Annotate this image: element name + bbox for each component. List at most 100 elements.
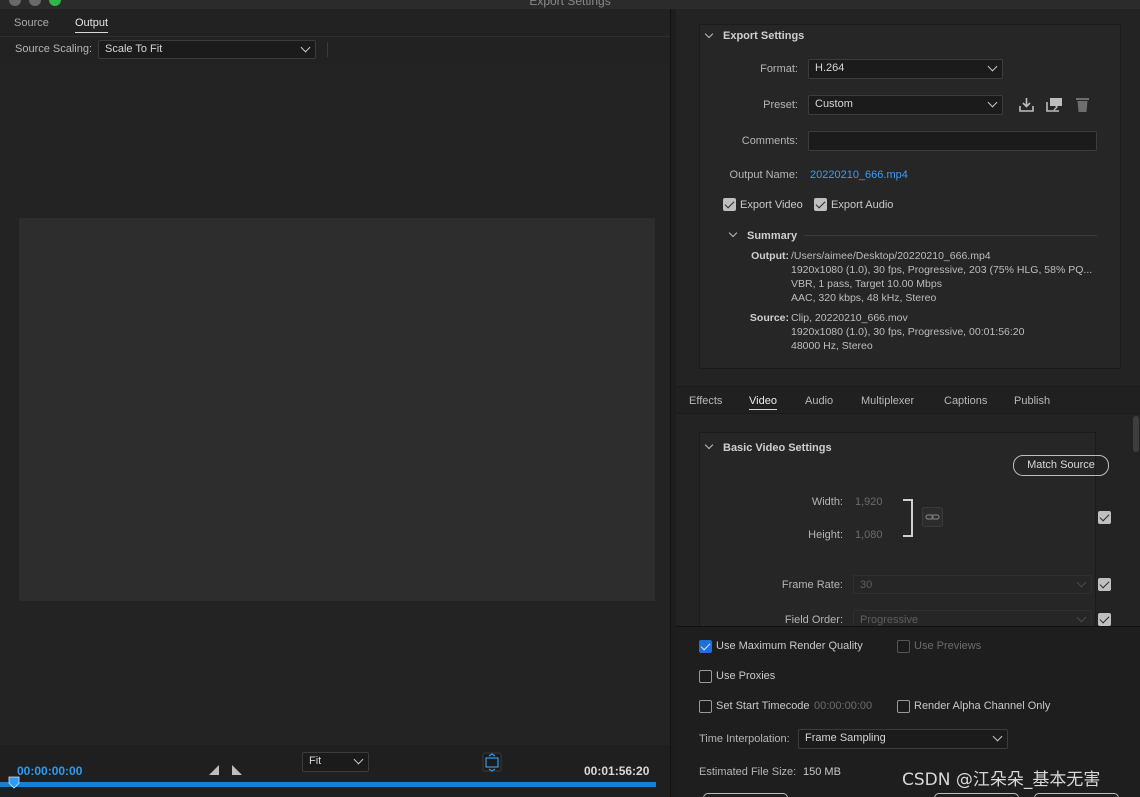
summary-output-line: AAC, 320 kbps, 48 kHz, Stereo [791, 292, 937, 304]
window-title: Export Settings [529, 0, 611, 8]
preset-dropdown[interactable]: Custom [808, 95, 1003, 115]
scrollbar[interactable] [1133, 416, 1139, 452]
width-value[interactable]: 1,920 [855, 496, 883, 508]
field-order-dropdown[interactable]: Progressive [853, 610, 1092, 626]
set-start-timecode-checkbox[interactable] [699, 700, 712, 713]
video-preview-frame [19, 218, 655, 601]
comments-label: Comments: [741, 135, 798, 147]
start-timecode-value[interactable]: 00:00:00:00 [814, 700, 872, 712]
title-bar: Export Settings [0, 0, 1140, 9]
output-name-label: Output Name: [729, 169, 798, 181]
summary-output-line: 1920x1080 (1.0), 30 fps, Progressive, 20… [791, 264, 1093, 276]
use-proxies-checkbox[interactable] [699, 670, 712, 683]
match-source-button[interactable]: Match Source [1013, 455, 1109, 476]
playback-bar: 00:00:00:00 Fit 00:01:56:20 [0, 745, 670, 797]
summary-source-line: Clip, 20220210_666.mov [791, 312, 908, 324]
import-preset-icon[interactable] [1045, 96, 1064, 113]
tab-audio[interactable]: Audio [805, 395, 833, 407]
divider [804, 235, 1097, 236]
chevron-down-icon [992, 731, 1003, 742]
queue-button[interactable] [934, 793, 1019, 797]
video-settings-panel: Basic Video Settings Match Source Width:… [676, 414, 1140, 626]
time-interpolation-value: Frame Sampling [805, 732, 886, 744]
summary-output-label: Output: [751, 250, 789, 262]
export-audio-checkbox[interactable] [814, 198, 827, 211]
divider [327, 42, 328, 57]
chevron-down-icon [353, 754, 364, 765]
preview-panel: Source Output Source Scaling: Scale To F… [0, 9, 671, 797]
use-proxies-label: Use Proxies [716, 670, 776, 682]
max-render-quality-label: Use Maximum Render Quality [716, 640, 863, 652]
summary-output-line: VBR, 1 pass, Target 10.00 Mbps [791, 278, 942, 290]
export-button[interactable] [1034, 793, 1119, 797]
summary-source-line: 1920x1080 (1.0), 30 fps, Progressive, 00… [791, 326, 1025, 338]
metadata-button[interactable] [703, 793, 788, 797]
preset-value: Custom [815, 98, 853, 110]
summary-title: Summary [747, 230, 798, 242]
basic-video-title: Basic Video Settings [723, 442, 832, 454]
playhead-icon[interactable] [8, 776, 20, 790]
format-dropdown[interactable]: H.264 [808, 59, 1003, 79]
field-order-label: Field Order: [784, 614, 843, 626]
chevron-down-icon [1076, 612, 1087, 623]
watermark: CSDN @江朵朵_基本无害 [902, 770, 1101, 790]
tab-output[interactable]: Output [75, 17, 109, 33]
render-alpha-checkbox[interactable] [897, 700, 910, 713]
time-interpolation-dropdown[interactable]: Frame Sampling [798, 729, 1008, 749]
chevron-down-icon [300, 42, 311, 53]
tab-captions[interactable]: Captions [944, 395, 987, 407]
format-label: Format: [760, 63, 798, 75]
export-audio-label: Export Audio [831, 199, 894, 211]
frame-rate-dropdown[interactable]: 30 [853, 575, 1092, 594]
match-size-checkbox[interactable] [1098, 511, 1111, 524]
divider [0, 36, 670, 37]
zoom-value: Fit [309, 755, 322, 767]
summary-output-line: /Users/aimee/Desktop/20220210_666.mp4 [791, 250, 991, 262]
aspect-correction-icon[interactable] [482, 752, 502, 772]
tab-video[interactable]: Video [749, 395, 777, 410]
link-icon[interactable] [922, 507, 943, 527]
tab-source[interactable]: Source [14, 17, 49, 29]
use-previews-checkbox[interactable] [897, 640, 910, 653]
set-start-timecode-label: Set Start Timecode [716, 700, 810, 712]
export-video-checkbox[interactable] [723, 198, 736, 211]
match-field-order-checkbox[interactable] [1098, 613, 1111, 626]
export-video-label: Export Video [740, 199, 803, 211]
chevron-down-icon [1076, 577, 1087, 588]
set-in-point-icon[interactable] [208, 764, 220, 776]
chevron-down-icon [987, 97, 998, 108]
timeline-track[interactable] [0, 782, 656, 787]
frame-rate-value: 30 [860, 579, 873, 591]
constrain-bracket-icon [903, 499, 913, 537]
save-preset-icon[interactable] [1018, 96, 1035, 113]
summary-source-line: 48000 Hz, Stereo [791, 340, 873, 352]
field-order-value: Progressive [860, 614, 919, 626]
max-render-quality-checkbox[interactable] [699, 640, 712, 653]
duration-timecode: 00:01:56:20 [584, 764, 650, 778]
frame-rate-label: Frame Rate: [781, 579, 843, 591]
estimated-size-value: 150 MB [803, 766, 841, 778]
output-name-link[interactable]: 20220210_666.mp4 [810, 169, 908, 181]
export-settings-title: Export Settings [723, 30, 805, 42]
width-label: Width: [811, 496, 843, 508]
current-timecode[interactable]: 00:00:00:00 [17, 764, 82, 778]
source-scaling-dropdown[interactable]: Scale To Fit [98, 40, 316, 59]
format-value: H.264 [815, 62, 845, 74]
chevron-down-icon [987, 61, 998, 72]
delete-preset-icon[interactable] [1075, 96, 1090, 113]
summary-source-label: Source: [749, 312, 789, 324]
tab-effects[interactable]: Effects [689, 395, 722, 407]
source-scaling-label: Source Scaling: [15, 43, 93, 55]
zoom-dropdown[interactable]: Fit [302, 752, 369, 772]
use-previews-label: Use Previews [914, 640, 982, 652]
comments-input[interactable] [808, 131, 1097, 151]
render-alpha-label: Render Alpha Channel Only [914, 700, 1051, 712]
estimated-size-label: Estimated File Size: [699, 766, 797, 778]
preset-label: Preset: [763, 99, 798, 111]
height-label: Height: [808, 529, 843, 541]
set-out-point-icon[interactable] [231, 764, 243, 776]
match-frame-rate-checkbox[interactable] [1098, 578, 1111, 591]
tab-publish[interactable]: Publish [1014, 395, 1050, 407]
tab-multiplexer[interactable]: Multiplexer [861, 395, 914, 407]
height-value[interactable]: 1,080 [855, 529, 883, 541]
